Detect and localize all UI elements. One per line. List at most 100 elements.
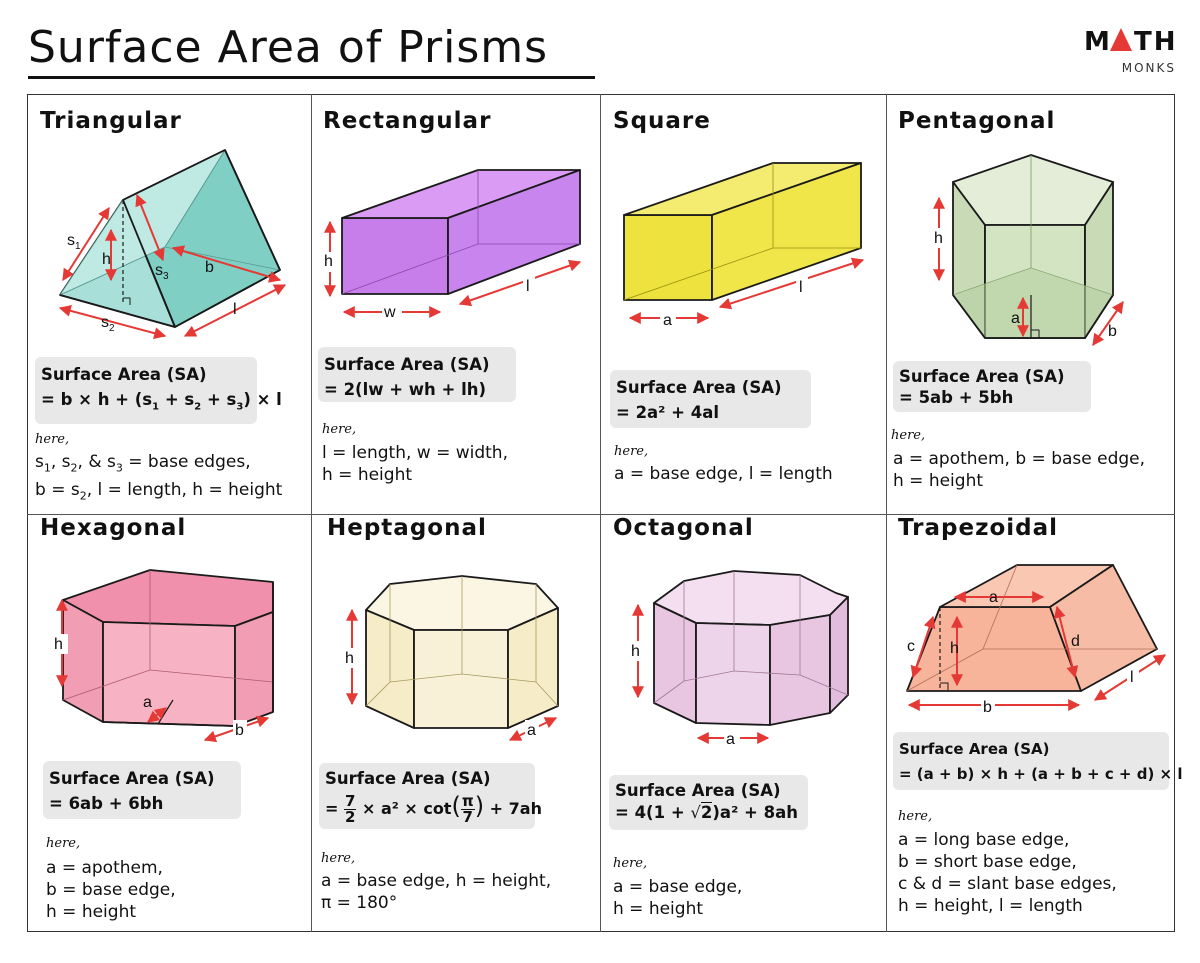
logo-wordmark: M TH xyxy=(1084,27,1178,57)
notes: a = base edge, h = height, π = 180° xyxy=(321,870,551,914)
notes: a = apothem, b = base edge, h = height xyxy=(46,857,176,923)
note-line: a = apothem, b = base edge, xyxy=(893,449,1146,469)
logo-sub: MONKS xyxy=(1121,61,1176,75)
sa-label: Surface Area (SA) xyxy=(325,769,491,788)
notes: a = long base edge, b = short base edge,… xyxy=(898,829,1117,917)
sa-label: Surface Area (SA) xyxy=(49,769,215,788)
label-a: a xyxy=(663,312,672,329)
notes: a = base edge, l = length xyxy=(614,463,833,485)
label-b: b xyxy=(1108,323,1117,340)
label-l: l xyxy=(233,301,237,318)
note-line: h = height, l = length xyxy=(898,896,1083,916)
sa-label: Surface Area (SA) xyxy=(899,740,1050,758)
formula: = 4(1 + √2)a² + 8ah xyxy=(615,802,798,822)
label-s2: s2 xyxy=(101,314,115,334)
cell-title: Triangular xyxy=(40,108,182,134)
note-line: h = height xyxy=(322,465,413,485)
formula-tail: + 7ah xyxy=(489,799,542,818)
cell-title: Octagonal xyxy=(613,515,754,541)
note-line: a = base edge, h = height, xyxy=(321,871,552,891)
sa-label: Surface Area (SA) xyxy=(41,365,207,384)
cell-title: Heptagonal xyxy=(327,515,487,541)
formula-pre: = 4(1 + xyxy=(615,803,691,822)
formula: = 72 × a² × cot(π 7) + 7ah xyxy=(325,792,542,826)
note-line: a = long base edge, xyxy=(898,830,1070,850)
cell-title: Rectangular xyxy=(323,108,492,134)
grid-divider xyxy=(600,94,601,932)
formula: = 2(lw + wh + lh) xyxy=(324,380,487,399)
note-line: a = base edge, l = length xyxy=(614,464,833,484)
note-line: a = base edge, xyxy=(613,877,743,897)
octagonal-prism-figure: h a xyxy=(629,570,849,748)
formula-box: Surface Area (SA) = (a + b) × h + (a + b… xyxy=(893,732,1182,790)
hexagonal-prism-figure: h a b xyxy=(52,569,274,743)
sa-label: Surface Area (SA) xyxy=(324,355,490,374)
rectangular-prism-figure: h w l xyxy=(321,169,582,321)
formula-post: )a² + 8ah xyxy=(712,803,798,822)
note-line: s1, s2, & s3 = base edges, xyxy=(35,452,251,475)
label-a: a xyxy=(726,731,735,748)
here-label: here, xyxy=(46,836,81,851)
sa-label: Surface Area (SA) xyxy=(616,378,782,397)
note-line: b = s2, l = length, h = height xyxy=(35,480,283,503)
here-label: here, xyxy=(891,428,926,443)
label-b: b xyxy=(983,699,992,716)
here-label: here, xyxy=(613,856,648,871)
formula-box: Surface Area (SA) = 72 × a² × cot(π 7) + … xyxy=(319,763,542,829)
here-label: here, xyxy=(321,851,356,866)
heptagonal-prism-figure: h a xyxy=(343,575,559,741)
label-w: w xyxy=(383,304,396,321)
cell-title: Square xyxy=(613,108,711,134)
note-line: h = height xyxy=(893,471,984,491)
formula: = b × h + (s1 + s2 + s3) × l xyxy=(41,390,282,413)
label-l: l xyxy=(526,278,530,295)
fraction: 72 xyxy=(343,794,357,825)
label-l: l xyxy=(799,279,803,296)
here-label: here, xyxy=(322,422,357,437)
formula-mid: × a² × cot xyxy=(362,799,452,818)
here-label: here, xyxy=(614,444,649,459)
notes: a = apothem, b = base edge, h = height xyxy=(893,448,1145,492)
notes: a = base edge, h = height xyxy=(613,876,742,920)
notes: l = length, w = width, h = height xyxy=(322,442,508,486)
note-line: c & d = slant base edges, xyxy=(898,874,1117,894)
label-h: h xyxy=(631,643,640,660)
note-line: h = height xyxy=(46,902,137,922)
sa-label: Surface Area (SA) xyxy=(899,367,1065,386)
label-a: a xyxy=(1011,310,1020,327)
square-prism-figure: a l xyxy=(623,162,865,329)
formula-box: Surface Area (SA) = 6ab + 6bh xyxy=(43,761,241,819)
label-a: a xyxy=(143,694,152,711)
notes: s1, s2, & s3 = base edges, b = s2, l = l… xyxy=(35,451,282,508)
sa-label: Surface Area (SA) xyxy=(615,781,781,800)
note-line: a = apothem, xyxy=(46,858,163,878)
label-h: h xyxy=(324,253,333,270)
note-line: b = base edge, xyxy=(46,880,176,900)
note-line: l = length, w = width, xyxy=(322,443,508,463)
note-line: π = 180° xyxy=(321,893,398,913)
svg-text:TH: TH xyxy=(1134,27,1178,54)
pi-fraction: π7 xyxy=(460,794,475,825)
label-h: h xyxy=(345,650,354,667)
label-a: a xyxy=(527,722,536,739)
label-l: l xyxy=(1130,669,1134,686)
here-label: here, xyxy=(898,809,933,824)
label-b: b xyxy=(205,259,214,276)
logo-main: M TH xyxy=(1082,24,1182,61)
label-c: c xyxy=(907,638,915,655)
label-h: h xyxy=(950,640,959,657)
label-h: h xyxy=(934,230,943,247)
formula-box: Surface Area (SA) = 5ab + 5bh xyxy=(893,361,1091,412)
label-a: a xyxy=(989,589,998,606)
formula-box: Surface Area (SA) = b × h + (s1 + s2 + s… xyxy=(35,357,282,424)
formula-box: Surface Area (SA) = 2(lw + wh + lh) xyxy=(318,347,516,402)
label-s1: s1 xyxy=(67,232,81,252)
formula-box: Surface Area (SA) = 4(1 + √2)a² + 8ah xyxy=(609,775,808,830)
label-d: d xyxy=(1071,633,1080,650)
label-b: b xyxy=(235,722,244,739)
triangular-prism-figure: s1 h s3 b s2 l xyxy=(58,149,287,340)
cell-title: Trapezoidal xyxy=(898,515,1059,541)
svg-text:M: M xyxy=(1084,27,1112,54)
page-title: Surface Area of Prisms xyxy=(28,22,549,73)
pentagonal-prism-figure: h a b xyxy=(932,154,1124,346)
